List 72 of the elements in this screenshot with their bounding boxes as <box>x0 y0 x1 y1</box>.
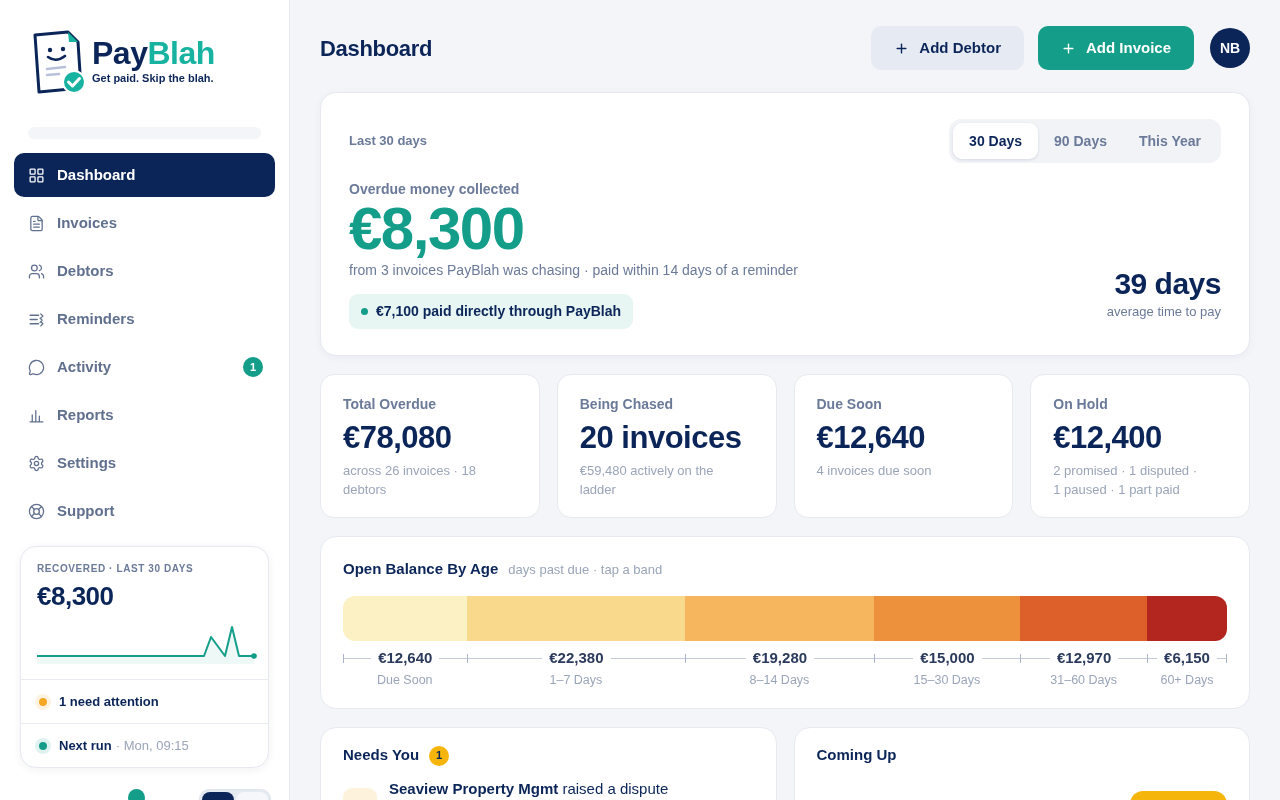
band-label: 1–7 Days <box>549 671 603 688</box>
section-title: Coming Up <box>816 745 897 766</box>
nav-item[interactable]: Invoices <box>14 201 275 245</box>
document-check-icon <box>32 30 86 94</box>
document-icon <box>28 214 45 232</box>
average-days: 39 days <box>1114 267 1221 301</box>
section-title: Open Balance By Age <box>343 559 499 579</box>
stat-value: 20 invoices <box>579 420 743 456</box>
band-amount: €22,380 <box>548 648 605 669</box>
people-icon <box>28 262 45 280</box>
band-amount: €6,150 <box>1163 648 1211 669</box>
section-title: Needs You <box>343 745 420 766</box>
nav-item[interactable]: Settings <box>14 441 275 485</box>
stat-note: 2 promised · 1 disputed · 1 paused · 1 part paid <box>1053 462 1199 499</box>
metric-note: from 3 invoices PayBlah was chasing · paid within 14 days of a reminder <box>349 261 798 279</box>
needs-you-item[interactable]: Seaview Property Mgmt raised a dispute <box>389 779 669 797</box>
stat-value: €12,640 <box>816 420 927 456</box>
page-title: Dashboard <box>320 34 433 63</box>
logo-tagline: Get paid. Skip the blah. <box>92 71 215 85</box>
band-label: Due Soon <box>376 671 433 688</box>
lines-arrows-icon <box>28 310 45 328</box>
settings-icon <box>28 454 45 472</box>
count-badge: 1 <box>429 745 450 766</box>
nav-item[interactable]: Dashboard <box>14 153 275 197</box>
stat-label: On Hold <box>1053 396 1109 412</box>
stat-value: €12,400 <box>1053 420 1163 456</box>
status-label: Next run <box>59 736 112 755</box>
band-label: 60+ Days <box>1160 671 1214 688</box>
band-label: 8–14 Days <box>749 671 810 688</box>
speech-bubble-icon <box>28 358 45 376</box>
section-subtitle: days past due · tap a band <box>508 561 663 579</box>
nav-item[interactable]: Debtors <box>14 249 275 293</box>
band-amount: €12,970 <box>1056 648 1113 669</box>
logo-wordmark: PayBlah <box>92 36 215 70</box>
band-amount: €19,280 <box>751 648 809 669</box>
collected-amount: €8,300 <box>349 198 525 260</box>
range-tab[interactable]: 90 Days <box>1038 123 1123 159</box>
status-label: 1 need attention <box>59 692 159 711</box>
card-title: RECOVERED · LAST 30 DAYS <box>37 563 195 575</box>
recovered-amount: €8,300 <box>37 581 115 611</box>
band-amount: €12,640 <box>377 648 434 669</box>
band-amount: €15,000 <box>919 648 976 669</box>
stat-note: 4 invoices due soon <box>816 462 933 480</box>
grid-icon <box>28 166 45 184</box>
period-label: Last 30 days <box>349 132 428 151</box>
status-detail: · Mon, 09:15 <box>115 736 189 755</box>
stat-value: €78,080 <box>343 420 453 456</box>
stat-note: across 26 invoices · 18 debtors <box>343 462 477 499</box>
lifebuoy-icon <box>28 502 45 520</box>
nav-item[interactable]: Reports <box>14 393 275 437</box>
range-tab[interactable]: This Year <box>1123 123 1217 159</box>
nav-item[interactable]: Activity 1 <box>14 345 275 389</box>
add-invoice-button[interactable]: Add Invoice <box>1038 26 1194 70</box>
age-band[interactable] <box>1020 595 1147 641</box>
range-tab[interactable]: 30 Days <box>953 123 1039 159</box>
stat-label: Being Chased <box>579 396 675 412</box>
age-band[interactable] <box>1147 595 1227 641</box>
average-label: average time to pay <box>1106 303 1221 321</box>
stat-note: €59,480 actively on the ladder <box>579 462 715 499</box>
band-label: 31–60 Days <box>1050 671 1117 688</box>
add-debtor-button[interactable]: Add Debtor <box>871 26 1024 70</box>
band-label: 15–30 Days <box>913 671 981 688</box>
nav-item[interactable]: Reminders <box>14 297 275 341</box>
count-badge: 1 <box>243 357 263 377</box>
plus-icon <box>894 40 910 56</box>
stat-label: Total Overdue <box>343 396 438 412</box>
metric-label: Overdue money collected <box>349 181 521 197</box>
stat-label: Due Soon <box>816 396 883 412</box>
direct-pay-pill: €7,100 paid directly through PayBlah <box>349 294 634 329</box>
plus-icon <box>1061 40 1076 56</box>
nav-item[interactable]: Support <box>14 489 275 533</box>
user-avatar[interactable]: NB <box>1210 28 1250 68</box>
